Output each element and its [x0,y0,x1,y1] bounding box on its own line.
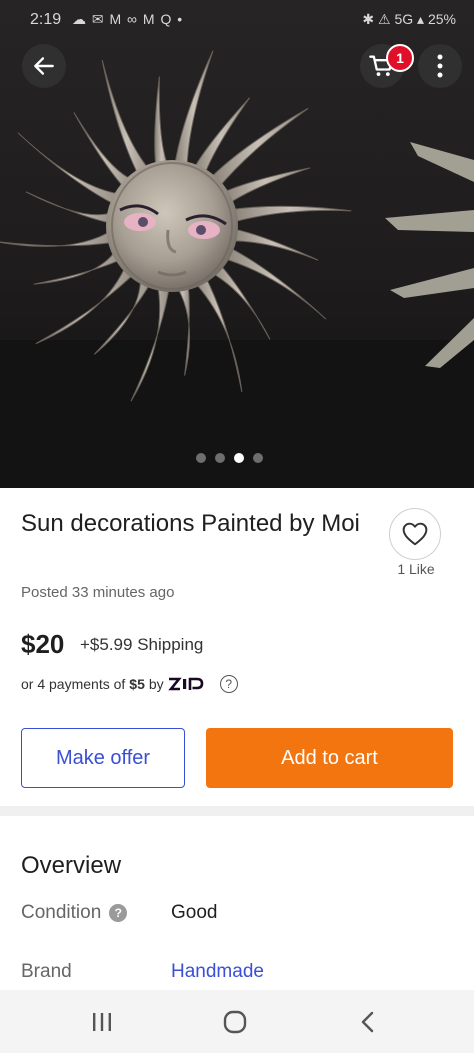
sun-ray [0,228,117,247]
listing-title: Sun decorations Painted by Moi [21,510,360,537]
product-photo[interactable]: 2:19 ☁ ✉ M ∞ M Q • ✱ ⚠ 5G ▴ 25% 1 [0,0,474,488]
back-button[interactable] [22,44,66,88]
installment-prefix: or 4 payments of [21,676,126,692]
sun-ray [227,205,352,224]
like-count: 1 Like [397,561,435,577]
sun-ray [73,112,137,191]
brand-label: Brand [21,961,72,982]
system-navigation-bar [0,990,474,1053]
like-button[interactable] [389,508,441,560]
price: $20 [21,629,65,659]
recent-apps-icon [93,1013,111,1031]
recent-apps-button[interactable] [82,1004,122,1040]
more-vertical-icon [437,54,443,78]
system-back-button[interactable] [348,1004,388,1040]
overview-heading: Overview [21,852,122,879]
add-to-cart-button[interactable]: Add to cart [206,728,453,788]
posted-time: Posted 33 minutes ago [21,584,175,601]
gallery-dot[interactable] [234,453,244,463]
sun-ray [207,107,309,191]
sun-ray [35,261,137,345]
sun-ray [33,245,125,285]
zip-logo [167,677,203,691]
condition-value: Good [171,902,218,923]
installment-by: by [148,676,164,692]
arrow-left-icon [34,57,54,75]
condition-label-text: Condition [21,902,102,923]
sun-ray [219,167,311,206]
make-offer-button[interactable]: Make offer [21,728,185,788]
sun-ray [191,97,251,179]
sun-ray [101,59,152,179]
sun-ray [154,76,170,171]
home-icon [223,1010,247,1034]
back-chevron-icon [361,1011,374,1033]
question-circle-icon[interactable]: ? [219,675,238,693]
home-button[interactable] [215,1004,255,1040]
gallery-dot[interactable] [196,453,206,463]
cart-count-badge: 1 [386,44,414,72]
gallery-pagination [196,451,263,465]
condition-label: Condition ? [21,902,128,924]
notification-icons: ☁ ✉ M ∞ M Q • [72,11,184,27]
more-options-button[interactable] [418,44,462,88]
condition-info-icon[interactable]: ? [109,904,128,922]
heart-icon [402,522,428,546]
brand-link[interactable]: Handmade [171,961,264,983]
section-divider [0,806,474,816]
gallery-dot[interactable] [253,453,263,463]
gallery-dot[interactable] [215,453,225,463]
status-bar: 2:19 ☁ ✉ M ∞ M Q • ✱ ⚠ 5G ▴ 25% [0,0,474,40]
installment-amount: $5 [129,676,145,692]
shipping-cost: +$5.99 Shipping [80,635,204,654]
status-time: 2:19 [30,11,62,28]
system-indicators: ✱ ⚠ 5G ▴ 25% [362,11,456,27]
installment-info: or 4 payments of $5 by ? [21,675,238,693]
sun-decoration-photo [0,50,474,488]
